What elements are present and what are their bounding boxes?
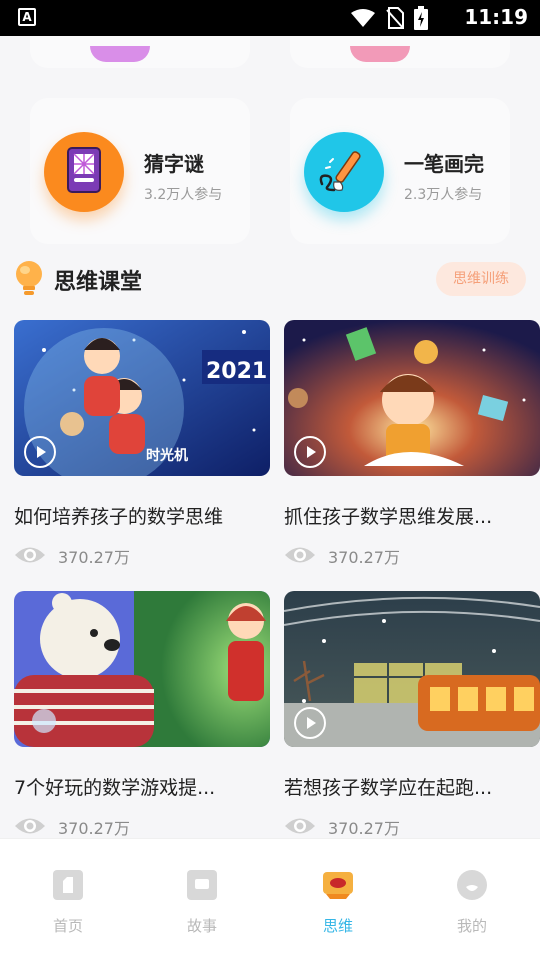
svg-text:时光机: 时光机 [146, 447, 188, 464]
puzzle-book-icon [44, 132, 124, 212]
status-bar: A 11:19 [0, 0, 540, 36]
paintbrush-icon [304, 132, 384, 212]
game-participants: 2.3万人参与 [404, 187, 483, 203]
video-title[interactable]: 如何培养孩子的数学思维 [14, 502, 270, 529]
no-sim-icon [386, 7, 404, 29]
game-card-riddle[interactable]: 猜字谜 3.2万人参与 [30, 98, 250, 244]
nav-label: 我的 [456, 917, 487, 935]
eye-icon [285, 547, 315, 563]
section-header: 思维课堂 思维训练 [14, 258, 526, 300]
main-content[interactable]: 猜字谜 3.2万人参与 一笔画完 2.3万人参与 思维课堂 思维训练 2021 … [0, 36, 540, 838]
video-thumbnail[interactable]: 2021 时光机 [14, 320, 270, 476]
video-title[interactable]: 若想孩子数学应在起跑... [284, 773, 540, 800]
nav-item-home[interactable]: 首页 [28, 867, 108, 937]
play-icon[interactable] [294, 436, 326, 468]
game-card-partial-right[interactable] [290, 36, 510, 68]
view-count: 370.27万 [328, 819, 400, 838]
eye-icon [15, 818, 45, 834]
game-icon-partial [350, 46, 410, 62]
view-count: 370.27万 [58, 819, 130, 838]
video-thumbnail[interactable] [284, 320, 540, 476]
home-icon [53, 870, 83, 900]
battery-charging-icon [414, 6, 428, 30]
nav-label: 故事 [186, 917, 217, 935]
thinking-training-button[interactable]: 思维训练 [436, 262, 526, 296]
game-icon-partial [90, 46, 150, 62]
game-title: 一笔画完 [404, 152, 484, 176]
play-icon[interactable] [24, 436, 56, 468]
eye-icon [285, 818, 315, 834]
video-title[interactable]: 7个好玩的数学游戏提... [14, 773, 270, 800]
nav-label: 首页 [52, 917, 83, 935]
video-thumbnail[interactable] [14, 591, 270, 747]
game-card-one-stroke[interactable]: 一笔画完 2.3万人参与 [290, 98, 510, 244]
profile-icon [457, 870, 487, 900]
svg-text:2021: 2021 [206, 359, 267, 384]
nav-item-story[interactable]: 故事 [162, 867, 242, 937]
game-card-partial-left[interactable] [30, 36, 250, 68]
lightbulb-icon [14, 260, 44, 296]
status-time: 11:19 [464, 5, 528, 29]
nav-label: 思维 [322, 917, 353, 935]
section-title: 思维课堂 [54, 270, 143, 295]
story-icon [187, 870, 217, 900]
video-title[interactable]: 抓住孩子数学思维发展... [284, 502, 540, 529]
view-count: 370.27万 [58, 548, 130, 567]
view-count: 370.27万 [328, 548, 400, 567]
game-title: 猜字谜 [144, 152, 204, 176]
bottom-nav: 首页 故事 思维 我的 [0, 838, 540, 960]
notification-icon: A [18, 8, 36, 26]
eye-icon [15, 547, 45, 563]
nav-item-profile[interactable]: 我的 [432, 867, 512, 937]
video-thumbnail[interactable] [284, 591, 540, 747]
thinking-icon [323, 872, 353, 899]
play-icon[interactable] [294, 707, 326, 739]
game-participants: 3.2万人参与 [144, 187, 223, 203]
wifi-icon [351, 9, 375, 27]
nav-item-thinking[interactable]: 思维 [298, 867, 378, 937]
